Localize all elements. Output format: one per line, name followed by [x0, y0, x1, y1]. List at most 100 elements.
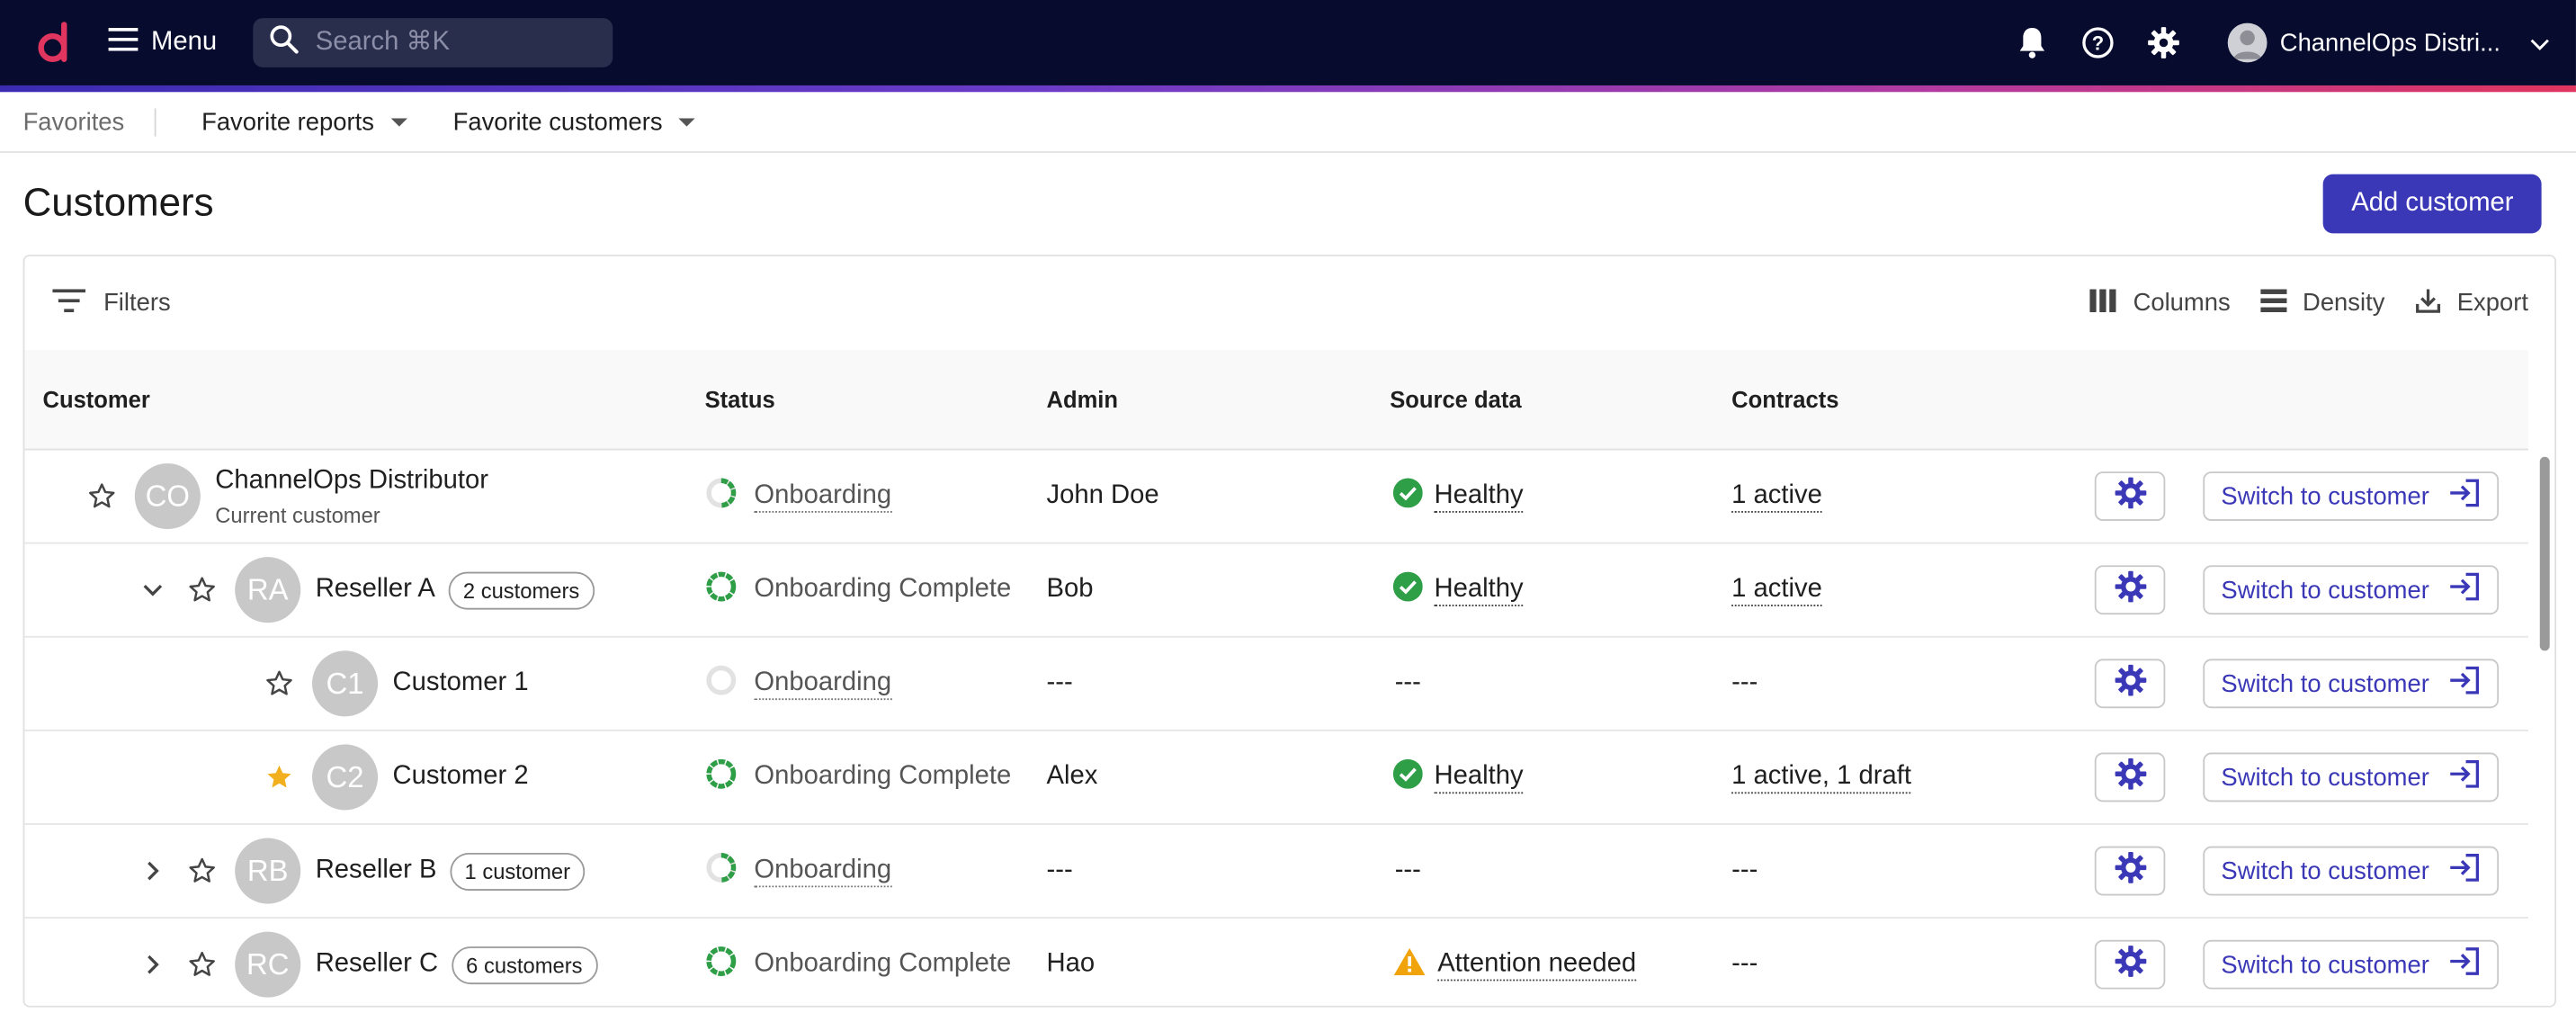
login-icon	[2447, 479, 2481, 515]
login-icon	[2447, 666, 2481, 702]
status-indicator[interactable]: Onboarding	[705, 850, 892, 892]
table-row: RC Reseller C 6 customers Onboarding Comple…	[24, 919, 2528, 1006]
chevron-right-icon[interactable]	[139, 857, 165, 883]
source-data-cell: ---	[1390, 638, 1731, 730]
customer-name-block: Customer 1	[393, 668, 529, 698]
attention-status[interactable]: Attention needed	[1393, 946, 1637, 983]
customer-settings-button[interactable]	[2094, 565, 2166, 615]
menu-button[interactable]: Menu	[108, 27, 217, 58]
export-label: Export	[2456, 289, 2528, 318]
column-header-customer[interactable]: Customer	[24, 386, 704, 412]
density-button[interactable]: Density	[2259, 288, 2384, 318]
add-customer-button[interactable]: Add customer	[2323, 174, 2542, 234]
status-cell: Onboarding Complete	[705, 731, 1047, 823]
healthy-status[interactable]: Healthy	[1392, 758, 1524, 796]
page-header: Customers Add customer	[0, 153, 2576, 255]
customer-count-badge: 2 customers	[448, 570, 595, 609]
favorite-reports-label: Favorite reports	[201, 107, 374, 136]
contracts-cell: 1 active	[1731, 450, 2060, 542]
customer-settings-button[interactable]	[2094, 471, 2166, 522]
customer-avatar: C2	[312, 744, 379, 811]
contracts-text: ---	[1731, 949, 1758, 978]
progress-ring-icon	[705, 757, 738, 798]
contracts-text[interactable]: 1 active, 1 draft	[1731, 762, 1911, 793]
customer-name-block: ChannelOps Distributor Current customer	[215, 466, 488, 527]
logo-icon[interactable]	[33, 20, 79, 66]
filters-button[interactable]: Filters	[51, 287, 171, 320]
source-data-text: ---	[1394, 668, 1421, 697]
customer-settings-button[interactable]	[2094, 939, 2166, 990]
filters-label: Filters	[103, 289, 171, 318]
star-icon[interactable]	[185, 948, 219, 982]
source-data-text[interactable]: Healthy	[1434, 762, 1524, 793]
avatar	[2227, 22, 2267, 63]
status-indicator[interactable]: Onboarding	[705, 476, 892, 517]
admin-cell: John Doe	[1046, 450, 1390, 542]
login-icon	[2447, 853, 2481, 889]
check-circle-icon	[1392, 758, 1423, 796]
healthy-status[interactable]: Healthy	[1392, 477, 1524, 516]
column-header-contracts[interactable]: Contracts	[1731, 386, 2060, 412]
caret-down-icon	[678, 117, 696, 126]
switch-to-customer-button[interactable]: Switch to customer	[2203, 846, 2500, 896]
status-indicator[interactable]: Onboarding	[705, 663, 892, 704]
help-icon[interactable]: ?	[2080, 24, 2115, 60]
vertical-scrollbar[interactable]	[2539, 456, 2550, 651]
status-cell: Onboarding	[705, 450, 1047, 542]
star-filled-icon[interactable]	[263, 761, 296, 794]
star-icon[interactable]	[85, 480, 119, 513]
switch-to-customer-button[interactable]: Switch to customer	[2203, 659, 2500, 709]
healthy-status[interactable]: Healthy	[1392, 570, 1524, 609]
search-box[interactable]	[253, 18, 613, 67]
switch-to-customer-button[interactable]: Switch to customer	[2203, 939, 2500, 990]
star-icon[interactable]	[185, 855, 219, 888]
source-data-text[interactable]: Attention needed	[1437, 949, 1637, 981]
contracts-text[interactable]: 1 active	[1731, 480, 1822, 512]
columns-button[interactable]: Columns	[2090, 288, 2231, 318]
contracts-text: ---	[1731, 668, 1758, 697]
source-data-cell: Healthy	[1390, 544, 1731, 636]
bell-icon[interactable]	[2014, 24, 2050, 60]
admin-name: John Doe	[1046, 481, 1159, 510]
switch-to-customer-button[interactable]: Switch to customer	[2203, 471, 2500, 522]
login-icon	[2447, 946, 2481, 982]
source-data-text[interactable]: Healthy	[1434, 480, 1524, 512]
customer-settings-button[interactable]	[2094, 659, 2166, 709]
gear-icon[interactable]	[2145, 24, 2181, 60]
customer-count-badge: 1 customer	[450, 852, 586, 891]
status-text[interactable]: Onboarding	[754, 856, 892, 887]
switch-to-customer-button[interactable]: Switch to customer	[2203, 752, 2500, 802]
column-header-admin[interactable]: Admin	[1046, 386, 1390, 412]
customer-settings-button[interactable]	[2094, 846, 2166, 896]
admin-cell: Hao	[1046, 919, 1390, 1006]
customer-name: Reseller A	[315, 575, 435, 604]
customer-name: Reseller C	[315, 949, 439, 978]
chevron-down-icon[interactable]	[139, 577, 165, 603]
column-header-source-data[interactable]: Source data	[1390, 386, 1731, 412]
hamburger-icon	[108, 27, 139, 58]
status-text[interactable]: Onboarding	[754, 668, 892, 700]
contracts-text[interactable]: 1 active	[1731, 574, 1822, 606]
status-indicator: Onboarding Complete	[705, 944, 1011, 985]
favorite-customers-dropdown[interactable]: Favorite customers	[452, 107, 696, 136]
favorite-customers-label: Favorite customers	[452, 107, 663, 136]
status-text: Onboarding Complete	[754, 762, 1012, 791]
switch-to-customer-button[interactable]: Switch to customer	[2203, 565, 2500, 615]
star-icon[interactable]	[263, 668, 296, 701]
favorite-reports-dropdown[interactable]: Favorite reports	[201, 108, 407, 136]
account-menu[interactable]: ChannelOps Distri...	[2227, 22, 2549, 63]
customer-name: Customer 1	[392, 668, 529, 697]
column-header-status[interactable]: Status	[705, 386, 1047, 412]
search-input[interactable]	[315, 28, 578, 58]
customer-settings-button[interactable]	[2094, 752, 2166, 802]
status-indicator: Onboarding Complete	[705, 757, 1012, 798]
star-icon[interactable]	[185, 573, 219, 606]
export-button[interactable]: Export	[2414, 287, 2528, 320]
chevron-right-icon[interactable]	[139, 952, 165, 978]
status-text[interactable]: Onboarding	[754, 480, 892, 512]
check-circle-icon	[1392, 570, 1423, 609]
table-row: C2 Customer 2 Onboarding Complete Alex Healt…	[24, 731, 2528, 825]
status-cell: Onboarding	[705, 638, 1047, 730]
switch-to-customer-label: Switch to customer	[2221, 763, 2429, 792]
source-data-text[interactable]: Healthy	[1434, 574, 1524, 606]
